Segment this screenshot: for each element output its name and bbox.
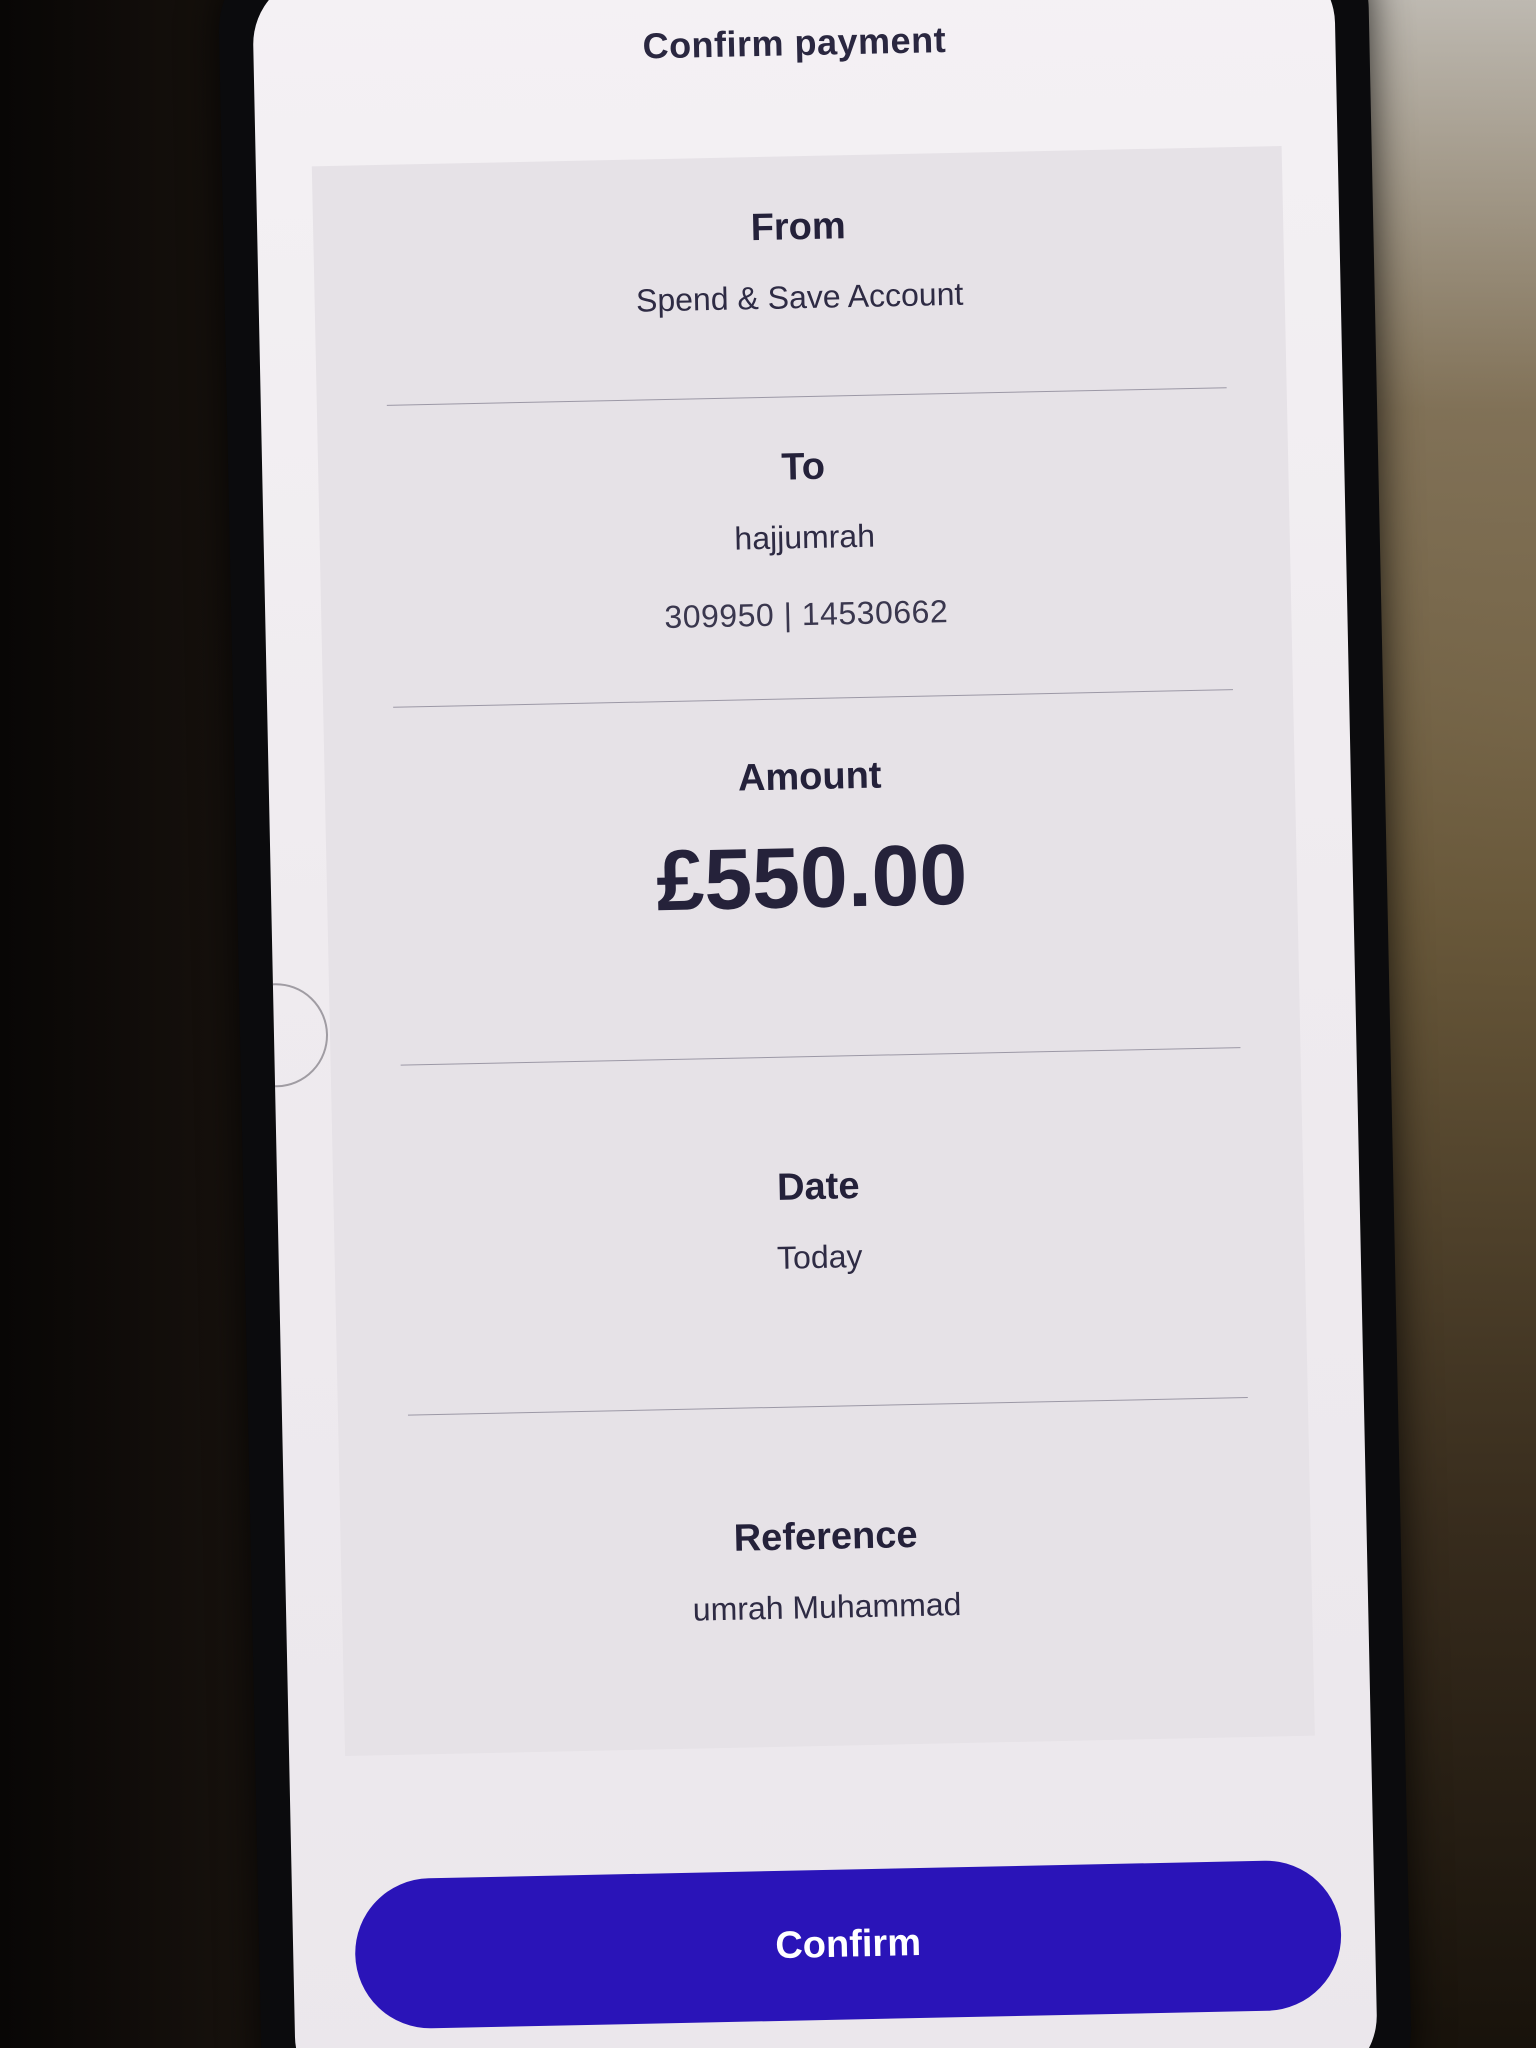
divider: [400, 1047, 1241, 1066]
amount-label: Amount: [737, 754, 882, 800]
to-name: hajjumrah: [734, 517, 876, 557]
from-value: Spend & Save Account: [635, 275, 964, 319]
confirm-button[interactable]: Confirm: [353, 1859, 1343, 2030]
phone-device: Confirm payment From Spend & Save Accoun…: [217, 0, 1413, 2048]
to-label: To: [780, 445, 826, 489]
amount-section: Amount £550.00: [324, 746, 1297, 938]
divider: [393, 689, 1233, 708]
from-label: From: [750, 205, 847, 250]
amount-value: £550.00: [655, 826, 969, 930]
to-section: To hajjumrah 309950 | 14530662: [318, 436, 1292, 643]
photo-scene: Confirm payment From Spend & Save Accoun…: [0, 0, 1536, 2048]
to-account-number: 309950 | 14530662: [664, 593, 949, 636]
date-section: Date Today: [333, 1156, 1305, 1286]
reference-label: Reference: [733, 1513, 918, 1560]
reference-section: Reference umrah Muhammad: [340, 1506, 1312, 1636]
divider: [386, 387, 1227, 406]
payment-summary-card: From Spend & Save Account To hajjumrah 3…: [311, 146, 1315, 1756]
phone-screen: Confirm payment From Spend & Save Accoun…: [251, 0, 1379, 2048]
date-label: Date: [776, 1165, 860, 1209]
reference-value: umrah Muhammad: [692, 1586, 962, 1628]
from-section: From Spend & Save Account: [313, 196, 1285, 326]
date-value: Today: [776, 1238, 863, 1276]
edge-circle-icon: [251, 982, 330, 1089]
page-title: Confirm payment: [642, 19, 947, 67]
divider: [407, 1397, 1248, 1416]
